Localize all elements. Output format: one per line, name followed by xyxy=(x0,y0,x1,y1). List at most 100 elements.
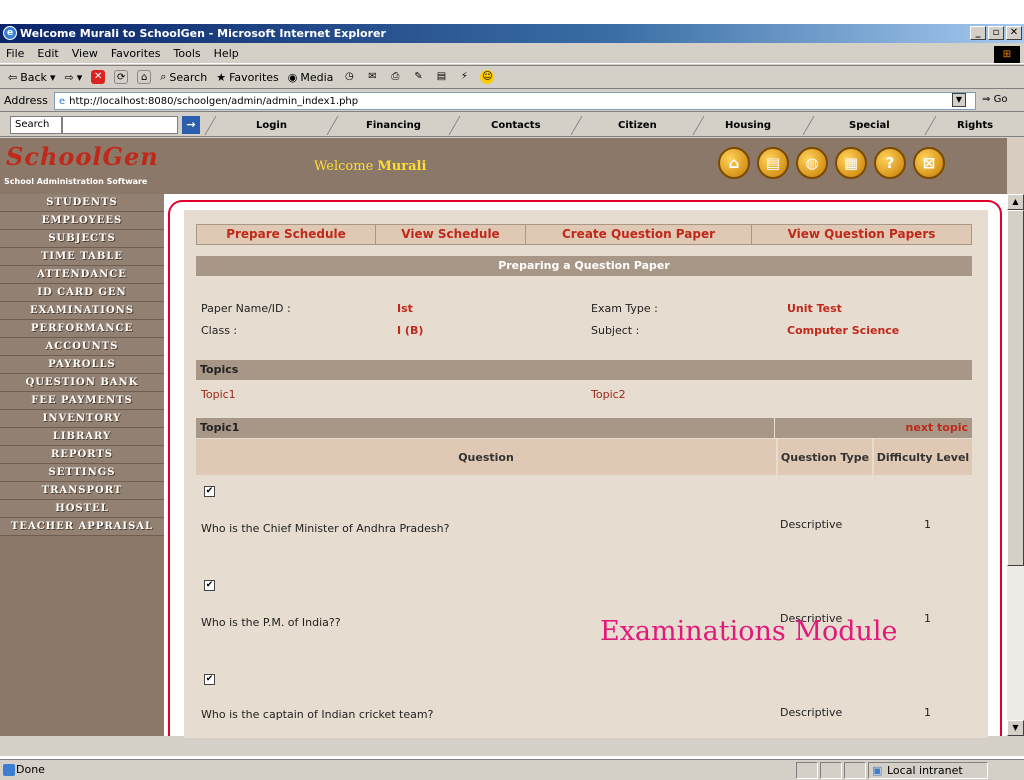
globe-icon[interactable]: ◍ xyxy=(796,147,828,179)
close-window-button[interactable]: ✕ xyxy=(1006,26,1022,40)
refresh-icon[interactable]: ⟳ xyxy=(114,70,129,84)
sidebar-item-accounts[interactable]: ACCOUNTS xyxy=(0,338,164,356)
intranet-icon: ▣ xyxy=(872,764,883,777)
menu-tools[interactable]: Tools xyxy=(174,47,201,60)
sidebar-item-time-table[interactable]: TIME TABLE xyxy=(0,248,164,266)
link-tab-citizen[interactable]: Citizen xyxy=(570,116,704,135)
sidebar-item-employees[interactable]: EMPLOYEES xyxy=(0,212,164,230)
link-tab-contacts[interactable]: Contacts xyxy=(448,116,582,135)
home-icon[interactable]: ⌂ xyxy=(718,147,750,179)
question-checkbox[interactable]: ✔ xyxy=(204,486,215,497)
sidebar-item-fee-payments[interactable]: FEE PAYMENTS xyxy=(0,392,164,410)
tab-prepare-schedule[interactable]: Prepare Schedule xyxy=(197,225,375,244)
history-icon[interactable]: ◷ xyxy=(342,70,356,84)
scroll-thumb[interactable] xyxy=(1007,210,1024,566)
topics-header: Topics xyxy=(196,360,972,380)
sidebar-item-settings[interactable]: SETTINGS xyxy=(0,464,164,482)
menu-view[interactable]: View xyxy=(72,47,98,60)
link-tab-housing[interactable]: Housing xyxy=(692,116,804,135)
sidebar-item-question-bank[interactable]: QUESTION BANK xyxy=(0,374,164,392)
vertical-scrollbar[interactable]: ▲ ▼ xyxy=(1007,194,1024,736)
discuss-icon[interactable]: ▤ xyxy=(434,70,448,84)
page-done-icon xyxy=(3,764,15,776)
link-tab-special[interactable]: Special xyxy=(802,116,936,135)
sidebar-item-id-card-gen[interactable]: ID CARD GEN xyxy=(0,284,164,302)
chevron-down-icon: ▾ xyxy=(49,70,56,84)
tab-view-schedule[interactable]: View Schedule xyxy=(375,225,525,244)
sidebar-item-reports[interactable]: REPORTS xyxy=(0,446,164,464)
scroll-down-button[interactable]: ▼ xyxy=(1007,720,1024,736)
sidebar-item-hostel[interactable]: HOSTEL xyxy=(0,500,164,518)
stop-icon[interactable]: ✕ xyxy=(91,70,106,84)
topic-link-1[interactable]: Topic1 xyxy=(201,388,236,401)
print-icon[interactable]: ⎙ xyxy=(388,70,402,84)
help-icon[interactable]: ? xyxy=(874,147,906,179)
forward-arrow-icon: ⇨ xyxy=(64,70,74,84)
bolt-icon[interactable]: ⚡ xyxy=(457,70,471,84)
links-search-go-button[interactable]: → xyxy=(182,116,200,134)
edit-icon[interactable]: ✎ xyxy=(411,70,425,84)
maximize-button[interactable]: ▫ xyxy=(988,26,1004,40)
current-topic: Topic1 xyxy=(200,421,240,434)
menu-favorites[interactable]: Favorites xyxy=(111,47,161,60)
scroll-up-button[interactable]: ▲ xyxy=(1007,194,1024,210)
link-tab-rights[interactable]: Rights xyxy=(924,116,1024,135)
exam-nav-tabs: Prepare Schedule View Schedule Create Qu… xyxy=(196,224,972,245)
search-button[interactable]: ⌕ Search xyxy=(160,70,207,84)
tab-create-question-paper[interactable]: Create Question Paper xyxy=(525,225,751,244)
links-search-input[interactable] xyxy=(62,116,178,134)
ie-icon: e xyxy=(3,26,17,40)
question-checkbox[interactable]: ✔ xyxy=(204,674,215,685)
links-bar: Search → Login Financing Contacts Citize… xyxy=(0,113,1024,137)
status-bar: Done ▣ Local intranet xyxy=(0,759,1024,780)
sidebar-item-transport[interactable]: TRANSPORT xyxy=(0,482,164,500)
column-difficulty-level: Difficulty Level xyxy=(874,439,972,475)
menu-file[interactable]: File xyxy=(6,47,24,60)
sidebar-item-teacher-appraisal[interactable]: TEACHER APPRAISAL xyxy=(0,518,164,536)
sidebar-item-library[interactable]: LIBRARY xyxy=(0,428,164,446)
book-icon[interactable]: ▤ xyxy=(757,147,789,179)
sidebar-item-examinations[interactable]: EXAMINATIONS xyxy=(0,302,164,320)
column-question: Question xyxy=(196,439,776,475)
media-button[interactable]: ◉ Media xyxy=(288,71,334,84)
media-icon: ◉ xyxy=(287,70,298,84)
subject-value: Computer Science xyxy=(787,324,900,337)
sidebar-item-students[interactable]: STUDENTS xyxy=(0,194,164,212)
back-button[interactable]: ⇦ Back ▾ xyxy=(8,71,55,84)
tab-view-question-papers[interactable]: View Question Papers xyxy=(751,225,971,244)
link-tab-login[interactable]: Login xyxy=(204,116,338,135)
address-label: Address xyxy=(4,94,48,107)
sidebar-item-subjects[interactable]: SUBJECTS xyxy=(0,230,164,248)
address-bar: Address e http://localhost:8080/schoolgen… xyxy=(0,90,1024,112)
windows-logo-icon: ⊞ xyxy=(994,46,1020,63)
question-text: Who is the P.M. of India?? xyxy=(201,616,341,629)
sidebar-item-inventory[interactable]: INVENTORY xyxy=(0,410,164,428)
window-title: Welcome Murali to SchoolGen - Microsoft … xyxy=(20,27,386,40)
address-dropdown[interactable]: ▼ xyxy=(952,93,966,107)
watermark-text: Examinations Module xyxy=(600,616,898,647)
favorites-button[interactable]: ★ Favorites xyxy=(216,71,279,84)
address-input[interactable]: e http://localhost:8080/schoolgen/admin/a… xyxy=(54,92,976,110)
current-topic-bar: Topic1 next topic xyxy=(196,418,972,438)
mail-icon[interactable]: ✉ xyxy=(365,70,379,84)
column-question-type: Question Type xyxy=(778,439,872,475)
sidebar-item-attendance[interactable]: ATTENDANCE xyxy=(0,266,164,284)
home-icon[interactable]: ⌂ xyxy=(137,70,152,84)
question-checkbox[interactable]: ✔ xyxy=(204,580,215,591)
document-icon[interactable]: ▦ xyxy=(835,147,867,179)
next-topic-link[interactable]: next topic xyxy=(906,418,968,438)
close-icon[interactable]: ⊠ xyxy=(913,147,945,179)
link-tab-financing[interactable]: Financing xyxy=(326,116,460,135)
go-arrow-icon: ⇒ xyxy=(982,94,991,105)
go-button[interactable]: ⇒ Go xyxy=(982,94,1007,105)
forward-button[interactable]: ⇨ ▾ xyxy=(64,71,82,84)
menu-edit[interactable]: Edit xyxy=(37,47,58,60)
minimize-button[interactable]: _ xyxy=(970,26,986,40)
messenger-icon[interactable]: ☺ xyxy=(480,70,495,84)
sidebar-item-payrolls[interactable]: PAYROLLS xyxy=(0,356,164,374)
paper-name-label: Paper Name/ID : xyxy=(201,302,291,315)
topic-link-2[interactable]: Topic2 xyxy=(591,388,626,401)
sidebar-item-performance[interactable]: PERFORMANCE xyxy=(0,320,164,338)
menu-help[interactable]: Help xyxy=(214,47,239,60)
question-text: Who is the Chief Minister of Andhra Prad… xyxy=(201,522,450,535)
